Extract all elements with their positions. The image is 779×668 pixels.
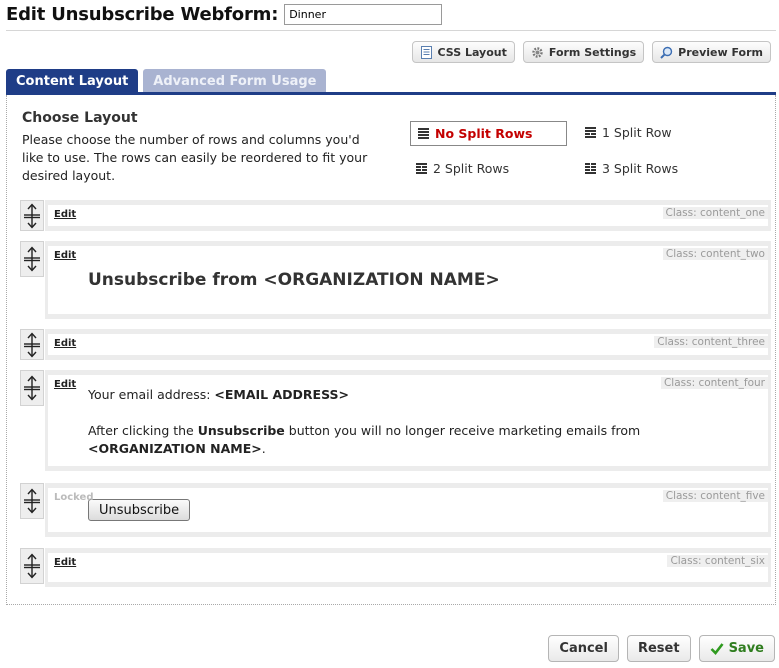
tab-bar: Content Layout Advanced Form Usage bbox=[6, 69, 327, 93]
form-settings-label: Form Settings bbox=[548, 45, 637, 59]
tab-content-layout[interactable]: Content Layout bbox=[6, 69, 139, 93]
drag-handle[interactable] bbox=[20, 241, 44, 277]
layout-option-label: 3 Split Rows bbox=[602, 161, 679, 176]
content-box: Edit Class: content_three bbox=[45, 329, 771, 360]
page-header: Edit Unsubscribe Webform: bbox=[6, 2, 443, 26]
class-label: Class: content_two bbox=[662, 248, 768, 260]
content-area: Edit Class: content_two Unsubscribe from… bbox=[48, 246, 768, 314]
toolbar: CSS Layout Form Settings Preview Form bbox=[411, 41, 771, 63]
drag-handle[interactable] bbox=[20, 200, 44, 231]
preview-form-button[interactable]: Preview Form bbox=[652, 41, 771, 63]
content-row-two: Edit Class: content_two Unsubscribe from… bbox=[20, 241, 771, 319]
content-area: Edit Class: content_six bbox=[48, 553, 768, 582]
content-box: Locked Class: content_five Unsubscribe bbox=[45, 483, 771, 537]
css-layout-button[interactable]: CSS Layout bbox=[411, 41, 515, 63]
notice-prefix: After clicking the bbox=[88, 423, 198, 438]
unsubscribe-heading: Unsubscribe from <ORGANIZATION NAME> bbox=[88, 270, 500, 290]
magnifier-icon bbox=[660, 46, 673, 59]
class-label: Class: content_one bbox=[662, 207, 768, 219]
form-settings-button[interactable]: Form Settings bbox=[522, 41, 645, 63]
class-label: Class: content_three bbox=[654, 336, 768, 348]
notice-bold: Unsubscribe bbox=[197, 423, 285, 438]
content-area: Edit Class: content_three bbox=[48, 334, 768, 355]
save-label: Save bbox=[728, 641, 764, 656]
class-label: Class: content_five bbox=[662, 490, 768, 502]
layout-option-label: No Split Rows bbox=[435, 126, 533, 141]
move-arrows-icon bbox=[24, 553, 40, 579]
tab-advanced-form-usage[interactable]: Advanced Form Usage bbox=[143, 69, 327, 93]
two-split-rows-icon bbox=[416, 163, 427, 174]
three-split-rows-icon bbox=[585, 163, 596, 174]
content-row-three: Edit Class: content_three bbox=[20, 329, 771, 360]
email-prefix-text: Your email address: bbox=[88, 387, 215, 402]
move-arrows-icon bbox=[24, 488, 40, 514]
save-button[interactable]: Save bbox=[698, 635, 775, 662]
edit-link[interactable]: Edit bbox=[53, 209, 78, 220]
cancel-button[interactable]: Cancel bbox=[548, 635, 619, 662]
email-token: <EMAIL ADDRESS> bbox=[214, 387, 350, 402]
move-arrows-icon bbox=[24, 202, 40, 229]
no-split-rows-icon bbox=[418, 128, 429, 139]
layout-option-label: 1 Split Row bbox=[602, 125, 672, 140]
unsubscribe-button[interactable]: Unsubscribe bbox=[88, 499, 191, 521]
css-layout-icon bbox=[420, 45, 432, 59]
notice-suffix: button you will no longer receive market… bbox=[284, 423, 641, 438]
content-row-five: Locked Class: content_five Unsubscribe bbox=[20, 483, 771, 537]
edit-link[interactable]: Edit bbox=[53, 338, 78, 349]
drag-handle[interactable] bbox=[20, 483, 44, 519]
organization-token: <ORGANIZATION NAME> bbox=[88, 441, 262, 456]
class-label: Class: content_four bbox=[660, 377, 768, 389]
content-box: Edit Class: content_four Your email addr… bbox=[45, 370, 771, 471]
reset-button[interactable]: Reset bbox=[626, 635, 691, 662]
layout-option-label: 2 Split Rows bbox=[433, 161, 510, 176]
locked-label: Locked bbox=[54, 492, 94, 503]
checkmark-icon bbox=[710, 643, 724, 655]
page-title: Edit Unsubscribe Webform: bbox=[6, 3, 279, 25]
class-label: Class: content_six bbox=[667, 555, 768, 567]
preview-form-label: Preview Form bbox=[678, 45, 763, 59]
content-row-four: Edit Class: content_four Your email addr… bbox=[20, 370, 771, 471]
content-box: Edit Class: content_one bbox=[45, 200, 771, 231]
gear-icon bbox=[532, 46, 543, 58]
edit-link[interactable]: Edit bbox=[53, 379, 78, 390]
choose-layout-description: Please choose the number of rows and col… bbox=[22, 132, 368, 183]
drag-handle[interactable] bbox=[20, 329, 44, 360]
layout-option-3-split[interactable]: 3 Split Rows bbox=[585, 161, 678, 176]
notice-end: . bbox=[261, 441, 266, 456]
drag-handle[interactable] bbox=[20, 548, 44, 584]
choose-layout-title: Choose Layout bbox=[22, 110, 138, 126]
header-divider bbox=[6, 30, 776, 31]
unsubscribe-notice: After clicking the Unsubscribe button yo… bbox=[88, 422, 668, 458]
layout-option-no-split[interactable]: No Split Rows bbox=[410, 121, 567, 146]
drag-handle[interactable] bbox=[20, 370, 44, 406]
content-area: Edit Class: content_one bbox=[48, 205, 768, 226]
content-row-six: Edit Class: content_six bbox=[20, 548, 771, 587]
move-arrows-icon bbox=[24, 246, 40, 272]
edit-link[interactable]: Edit bbox=[53, 250, 78, 261]
move-arrows-icon bbox=[24, 331, 40, 358]
footer-actions: Cancel Reset Save bbox=[548, 635, 775, 662]
content-area: Locked Class: content_five Unsubscribe bbox=[48, 488, 768, 532]
content-area: Edit Class: content_four Your email addr… bbox=[48, 375, 768, 466]
content-box: Edit Class: content_two Unsubscribe from… bbox=[45, 241, 771, 319]
css-layout-label: CSS Layout bbox=[437, 45, 507, 59]
edit-link[interactable]: Edit bbox=[53, 557, 78, 568]
content-box: Edit Class: content_six bbox=[45, 548, 771, 587]
form-name-input[interactable] bbox=[284, 3, 443, 25]
layout-option-1-split[interactable]: 1 Split Row bbox=[585, 125, 672, 140]
move-arrows-icon bbox=[24, 375, 40, 401]
content-row-one: Edit Class: content_one bbox=[20, 200, 771, 231]
one-split-row-icon bbox=[585, 127, 596, 138]
email-address-line: Your email address: <EMAIL ADDRESS> bbox=[88, 386, 349, 404]
layout-option-2-split[interactable]: 2 Split Rows bbox=[416, 161, 509, 176]
